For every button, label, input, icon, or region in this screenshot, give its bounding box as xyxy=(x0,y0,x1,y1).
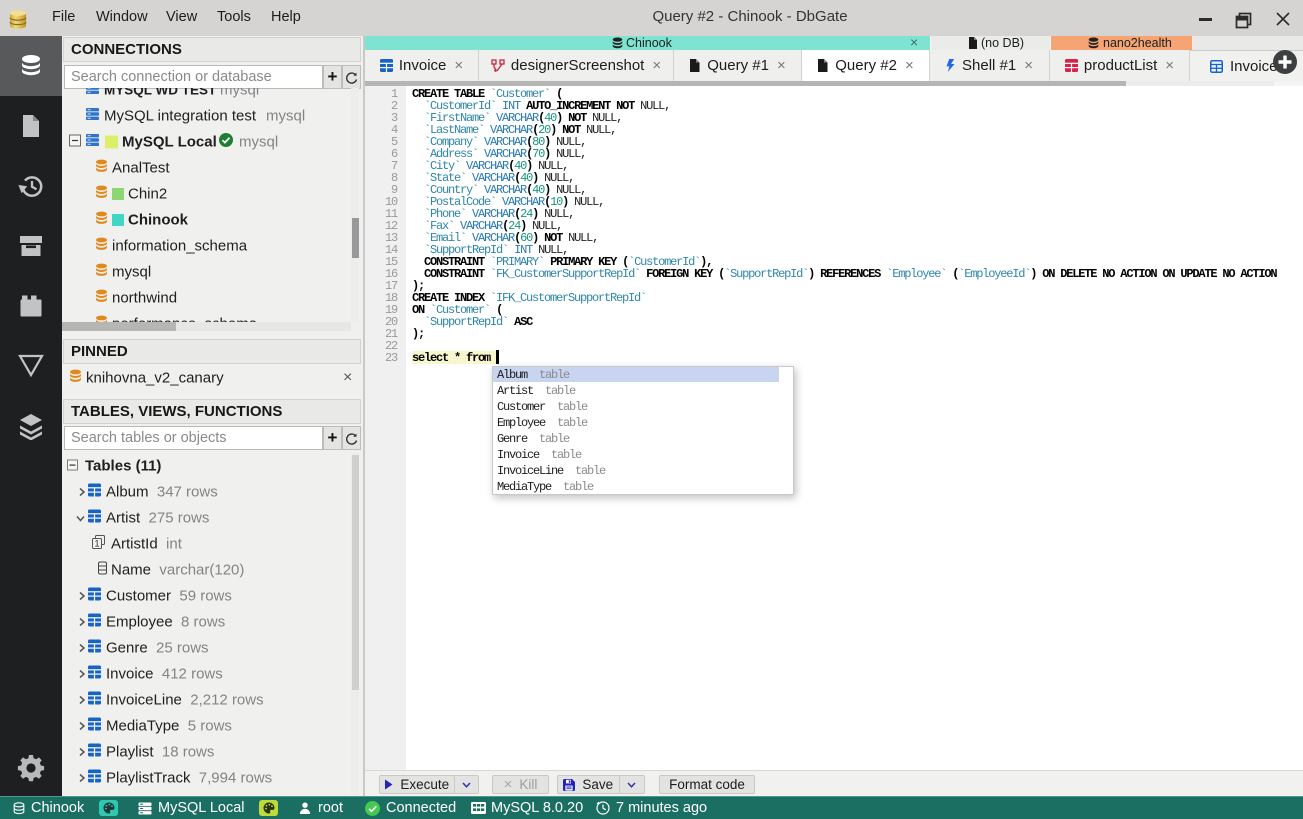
svg-text:1: 1 xyxy=(94,539,99,549)
